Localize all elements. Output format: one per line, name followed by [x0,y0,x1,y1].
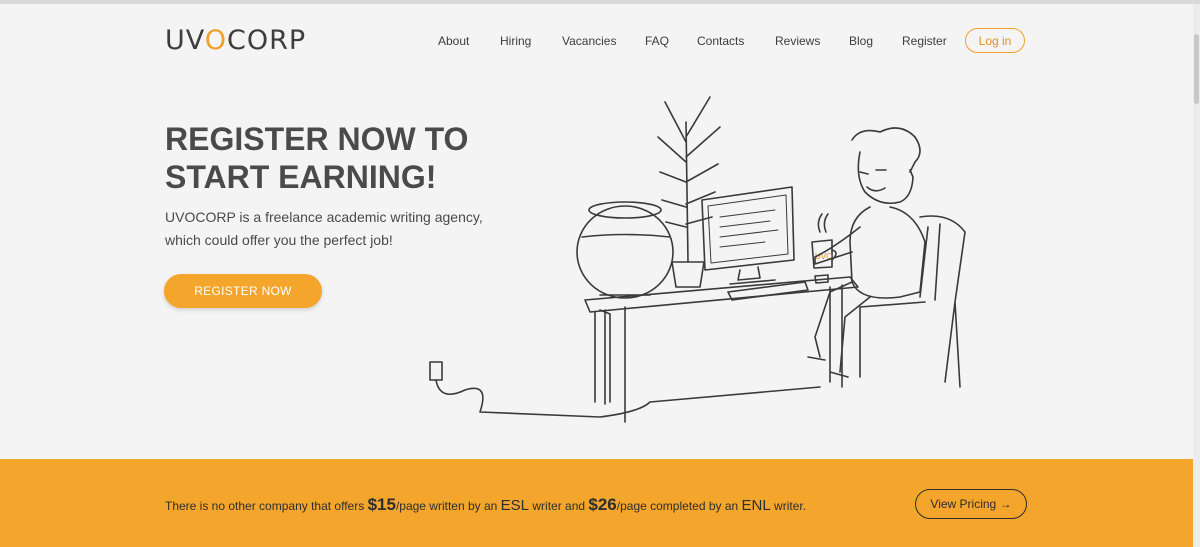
nav-vacancies[interactable]: Vacancies [562,34,616,48]
esl-label: ESL [500,497,530,514]
pricing-banner-text: There is no other company that offers $1… [165,495,807,514]
site-header: UVOCORP About Hiring Vacancies FAQ Conta… [0,24,1193,60]
uvocorp-logo[interactable]: UVOCORP [165,26,306,56]
nav-hiring[interactable]: Hiring [500,34,531,48]
nav-reviews[interactable]: Reviews [775,34,820,48]
view-pricing-button[interactable]: View Pricing → [915,489,1027,519]
nav-register[interactable]: Register [902,34,947,48]
scrollbar-thumb[interactable] [1194,34,1199,104]
fishbowl-illustration [576,201,674,299]
computer-illustration [701,186,829,301]
nav-about[interactable]: About [438,34,469,48]
hero-title-line2: START EARNING! [165,159,437,195]
pricing-banner: There is no other company that offers $1… [0,459,1193,547]
hero-illustration: UVO [429,96,966,423]
enl-label: ENL [741,497,771,514]
enl-price: $26 [588,495,617,514]
page-scrollbar[interactable] [1193,4,1200,547]
nav-contacts[interactable]: Contacts [697,34,744,48]
chair-illustration [859,215,966,388]
login-button[interactable]: Log in [965,28,1025,53]
register-now-button[interactable]: REGISTER NOW [164,274,322,308]
nav-faq[interactable]: FAQ [645,34,669,48]
nav-blog[interactable]: Blog [849,34,873,48]
esl-price: $15 [367,495,396,514]
browser-top-border [0,0,1200,4]
